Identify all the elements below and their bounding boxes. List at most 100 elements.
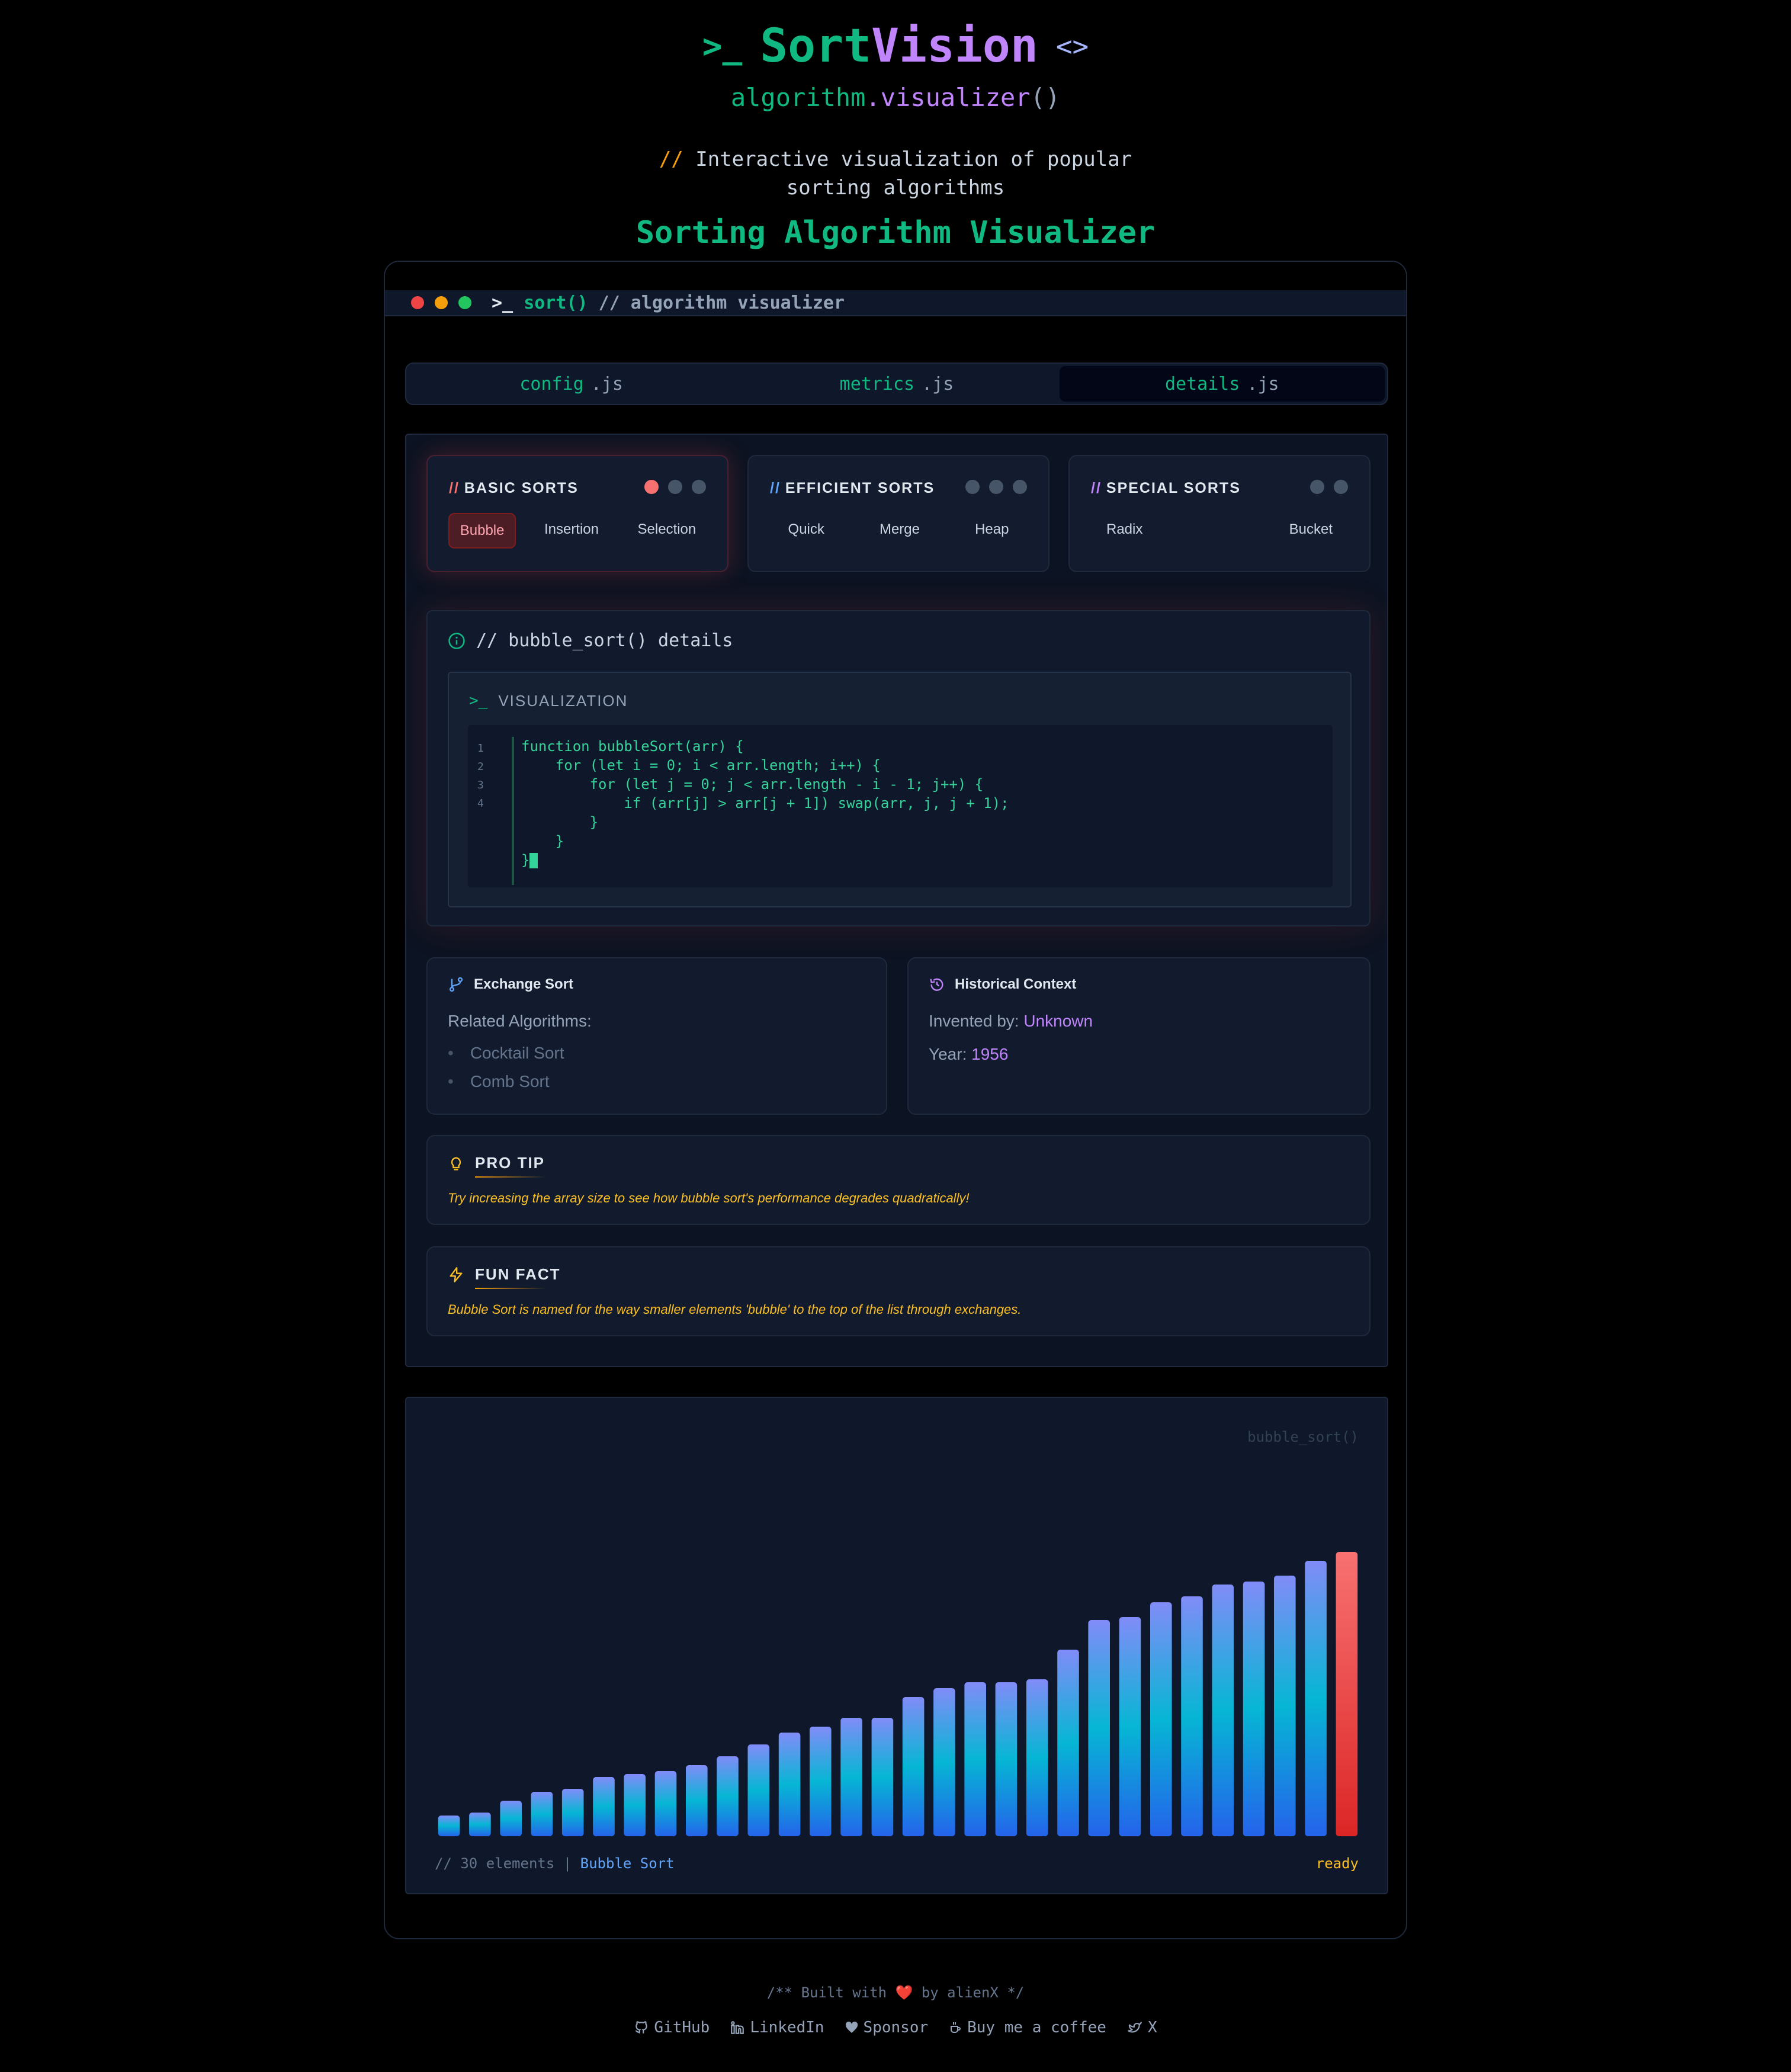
bar — [778, 1733, 801, 1836]
group-label: SPECIAL SORTS — [1106, 480, 1241, 496]
algo-button-heap[interactable]: Heap — [964, 513, 1019, 546]
group-label: BASIC SORTS — [464, 480, 579, 496]
info-icon — [448, 632, 465, 649]
bar — [840, 1718, 862, 1836]
list-item: Cocktail Sort — [448, 1044, 564, 1072]
brand: >_ SortVision <> — [0, 20, 1791, 73]
coffee-link[interactable]: Buy me a coffee — [948, 2019, 1106, 2036]
bar — [1274, 1576, 1296, 1836]
close-dot[interactable] — [411, 296, 424, 309]
link-label: Buy me a coffee — [967, 2019, 1106, 2036]
page-header: >_ SortVision <> algorithm.visualizer() … — [0, 20, 1791, 251]
minimize-dot[interactable] — [435, 296, 448, 309]
algo-button-quick[interactable]: Quick — [778, 513, 835, 546]
visualization-heading: >_ VISUALIZATION — [469, 692, 628, 710]
desc-line1: Interactive visualization of popular — [695, 147, 1132, 171]
linkedin-icon — [731, 2021, 744, 2034]
x-link[interactable]: X — [1126, 2019, 1157, 2036]
bar — [531, 1792, 553, 1836]
linkedin-link[interactable]: LinkedIn — [730, 2019, 824, 2036]
code-block: 1 2 3 4 function bubbleSort(arr) { for (… — [468, 725, 1333, 887]
algo-button-radix[interactable]: Radix — [1096, 513, 1153, 546]
brand-sort: Sort — [760, 20, 872, 73]
maximize-dot[interactable] — [458, 296, 471, 309]
dot-indicator — [965, 480, 980, 494]
history-icon — [930, 978, 943, 991]
algo-button-bubble[interactable]: Bubble — [448, 513, 516, 549]
visualization-block: >_ VISUALIZATION 1 2 3 4 function bubbleS… — [448, 672, 1352, 907]
group-dots — [1310, 480, 1348, 494]
git-branch-icon — [449, 977, 463, 992]
bar — [1026, 1679, 1048, 1836]
bar — [871, 1718, 894, 1836]
tab-ext: .js — [590, 373, 623, 394]
link-label: X — [1147, 2019, 1157, 2036]
bar — [902, 1697, 925, 1836]
brand-vision: Vision — [871, 20, 1038, 73]
dot-indicator — [989, 480, 1003, 494]
tab-metrics[interactable]: metrics .js — [734, 366, 1059, 402]
group-heading: //BASIC SORTS — [449, 480, 579, 497]
coffee-icon — [951, 2022, 961, 2033]
bar — [933, 1688, 955, 1836]
app-window: >_ sort() // algorithm visualizer config… — [384, 261, 1407, 1939]
bar — [810, 1727, 832, 1836]
bar — [1305, 1561, 1327, 1836]
group-efficient-sorts: //EFFICIENT SORTS Quick Merge Heap — [747, 455, 1049, 572]
bar — [1181, 1596, 1203, 1836]
details-panel: //BASIC SORTS Bubble Insertion Selection… — [405, 434, 1388, 1367]
github-icon — [635, 2021, 648, 2033]
bar — [593, 1777, 615, 1836]
card-title: PRO TIP — [475, 1154, 545, 1172]
heart-icon — [845, 2021, 858, 2033]
brand-subtitle: algorithm.visualizer() — [0, 83, 1791, 112]
algo-button-selection[interactable]: Selection — [627, 513, 707, 549]
lightning-icon — [450, 1266, 463, 1282]
year: Year: 1956 — [929, 1045, 1008, 1064]
status-text: ready — [1315, 1855, 1359, 1872]
bar — [747, 1744, 770, 1836]
bar-chart-svg — [438, 1552, 1358, 1836]
card-heading: Historical Context — [929, 976, 1076, 993]
lightbulb-icon — [451, 1156, 461, 1170]
details-heading: // bubble_sort() details — [448, 630, 733, 651]
bar — [686, 1765, 708, 1836]
code-text: function bubbleSort(arr) { for (let i = … — [521, 738, 1009, 868]
dot-indicator — [1334, 480, 1348, 494]
fact-text: Bubble Sort is named for the way smaller… — [448, 1302, 1022, 1317]
bar — [469, 1813, 491, 1836]
bar — [1243, 1582, 1265, 1836]
card-heading: PRO TIP — [448, 1154, 545, 1172]
desc-line2: sorting algorithms — [786, 176, 1005, 200]
footer-credit: /** Built with ❤️ by alienX */ — [766, 1984, 1025, 2001]
invented-label: Invented by: — [929, 1012, 1024, 1030]
code-source: function bubbleSort(arr) { for (let i = … — [521, 737, 1009, 870]
subtitle-c: () — [1030, 83, 1061, 112]
tab-details[interactable]: details .js — [1059, 366, 1385, 402]
algo-buttons: Bubble Insertion Selection — [439, 513, 715, 549]
code-gutter-line — [512, 737, 514, 885]
github-link[interactable]: GitHub — [634, 2019, 710, 2036]
algo-button-bucket[interactable]: Bucket — [1279, 513, 1343, 546]
dot-indicator — [668, 480, 682, 494]
history-card: Historical Context Invented by: Unknown … — [907, 957, 1370, 1115]
tip-text: Try increasing the array size to see how… — [448, 1191, 970, 1205]
window-titlebar: >_ sort() // algorithm visualizer — [385, 290, 1406, 316]
tab-config[interactable]: config .js — [409, 366, 734, 402]
bar — [1119, 1617, 1141, 1836]
group-basic-sorts: //BASIC SORTS Bubble Insertion Selection — [426, 455, 728, 572]
subtitle-b: .visualizer — [865, 83, 1031, 112]
algo-button-merge[interactable]: Merge — [869, 513, 930, 546]
dot-indicator — [1013, 480, 1027, 494]
card-title: Exchange Sort — [474, 976, 574, 992]
algo-buttons: Radix Bucket — [1081, 513, 1357, 546]
window-title-comment: // algorithm visualizer — [598, 292, 845, 313]
group-slash: // — [1091, 480, 1102, 496]
sponsor-link[interactable]: Sponsor — [845, 2019, 928, 2036]
algo-button-insertion[interactable]: Insertion — [534, 513, 609, 549]
visualization-label: VISUALIZATION — [498, 692, 628, 710]
bar — [964, 1682, 986, 1836]
subtitle-a: algorithm — [730, 83, 866, 112]
tab-ext: .js — [1247, 373, 1279, 394]
bar — [717, 1756, 739, 1836]
